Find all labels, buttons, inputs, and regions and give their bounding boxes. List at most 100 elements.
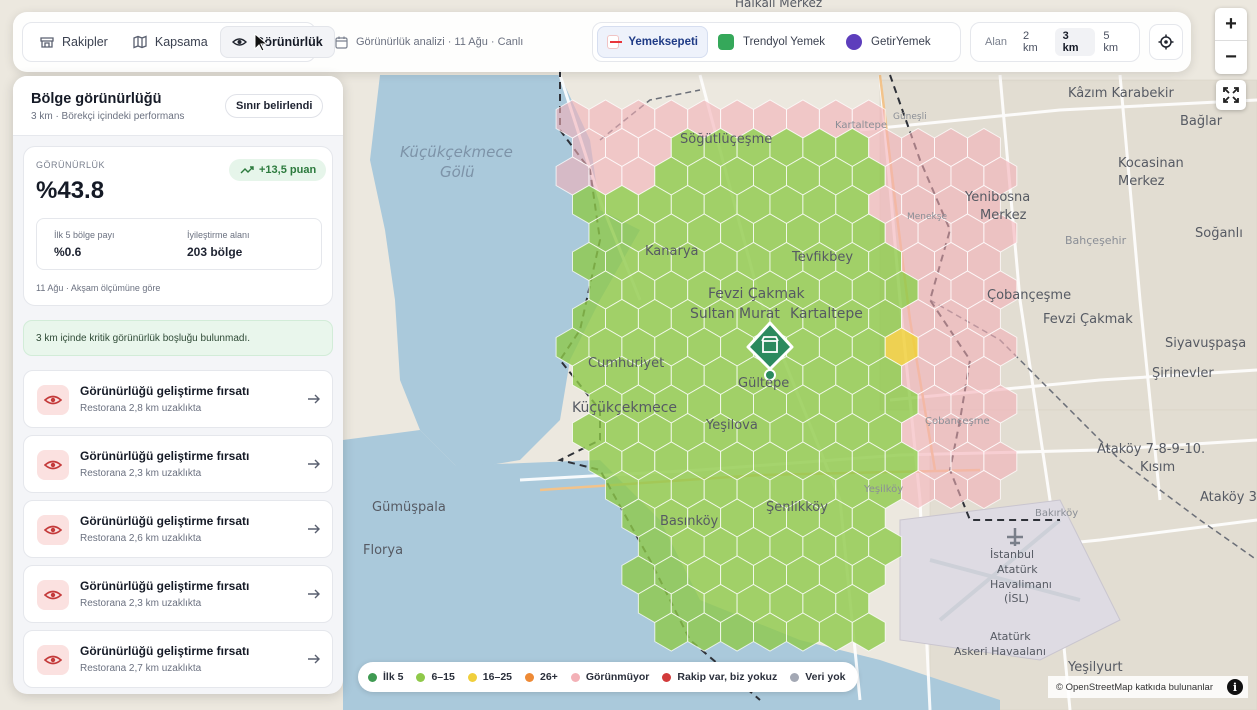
mouse-cursor-icon: [254, 33, 269, 52]
no-gap-notice: 3 km içinde kritik görünürlük boşluğu bu…: [23, 320, 333, 356]
arrow-right-icon: [308, 524, 320, 534]
map-place-label: Atatürk: [997, 563, 1038, 576]
distance-3km[interactable]: 3 km: [1054, 28, 1096, 56]
map-place-label: Fevzi Çakmak: [708, 286, 805, 302]
distance-5km[interactable]: 5 km: [1095, 28, 1135, 56]
map-place-label: Halkalı Merkez: [735, 0, 823, 10]
opportunity-distance: Restorana 2,8 km uzaklıkta: [80, 403, 202, 414]
opportunity-card[interactable]: Görünürlüğü geliştirme fırsatı Restorana …: [23, 370, 333, 428]
legend-item: Veri yok: [790, 671, 845, 683]
map-place-label: Florya: [363, 543, 404, 558]
legend-label: 16–25: [482, 671, 512, 683]
kpi-delta-text: +13,5 puan: [259, 164, 317, 176]
map-place-label: Küçükçekmece: [572, 400, 678, 416]
legend-swatch: [790, 672, 800, 682]
panel-title: Bölge görünürlüğü: [31, 91, 162, 107]
map-place-label: Yeşilyurt: [1068, 660, 1123, 675]
map-place-label: Kanarya: [645, 244, 699, 259]
analysis-meta-text: Görünürlük analizi · 11 Ağu · Canlı: [356, 36, 524, 48]
platform-tabs: Yemeksepeti Trendyol Yemek GetirYemek: [592, 22, 961, 62]
map-place-label: Basınköy: [660, 514, 719, 529]
map-place-label: Gölü: [440, 163, 475, 181]
opportunity-card[interactable]: Görünürlüğü geliştirme fırsatı Restorana …: [23, 565, 333, 623]
map-place-label: Şirinevler: [1152, 366, 1214, 381]
map-place-label: Merkez: [980, 208, 1027, 223]
map-place-label: Kısım: [1140, 460, 1176, 475]
legend-label: Veri yok: [805, 671, 846, 683]
opportunity-card[interactable]: Görünürlüğü geliştirme fırsatı Restorana …: [23, 435, 333, 493]
attribution-text: © OpenStreetMap katkıda bulunanlar: [1056, 681, 1213, 693]
kpi-footnote: 11 Ağu · Akşam ölçümüne göre: [36, 283, 161, 293]
legend-item: Rakip var, biz yokuz: [662, 671, 777, 683]
map-place-label: Yeşilköy: [864, 484, 904, 495]
kpi-stats-box: İlk 5 bölge payı %0.6 İyileştirme alanı …: [36, 218, 322, 270]
border-set-button[interactable]: Sınır belirlendi: [225, 94, 324, 118]
map-place-label: Fevzi Çakmak: [1043, 312, 1133, 327]
kpi-value: %43.8: [36, 177, 105, 204]
distance-tabs: Alan 2 km 3 km 5 km: [970, 22, 1140, 62]
opportunity-card[interactable]: Görünürlüğü geliştirme fırsatı Restorana …: [23, 500, 333, 558]
legend-item: Görünmüyor: [570, 671, 650, 683]
opportunity-distance: Restorana 2,6 km uzaklıkta: [80, 533, 202, 544]
opportunity-distance: Restorana 2,7 km uzaklıkta: [80, 663, 202, 674]
distance-2km[interactable]: 2 km: [1015, 28, 1055, 56]
platform-yemeksepeti[interactable]: Yemeksepeti: [597, 26, 708, 58]
eye-icon: [37, 450, 69, 480]
map-place-label: Soğanlı: [1195, 226, 1243, 241]
map-place-label: Ataköy 7-8-9-10.: [1097, 442, 1206, 457]
tab-kapsama[interactable]: Kapsama: [120, 26, 220, 58]
zoom-control: + −: [1215, 8, 1247, 74]
legend-label: Rakip var, biz yokuz: [677, 671, 778, 683]
legend-item: 26+: [525, 671, 558, 683]
stat-improve-label: İyileştirme alanı: [187, 230, 250, 240]
view-tabs: Rakipler Kapsama Görünürlük: [22, 22, 335, 62]
map-place-label: (İSL): [1004, 592, 1029, 605]
map-place-label: Sultan Murat: [690, 306, 780, 322]
legend-label: İlk 5: [383, 671, 404, 683]
fullscreen-icon: [1223, 87, 1239, 103]
kpi-label: GÖRÜNÜRLÜK: [36, 160, 106, 170]
top-toolbar: Rakipler Kapsama Görünürlük Görünürlük a…: [13, 12, 1191, 72]
map-place-label: Kocasinan: [1118, 156, 1184, 171]
stat-top5-value: %0.6: [54, 245, 82, 259]
locate-button[interactable]: [1149, 24, 1183, 60]
map-place-label: Siyavuşpaşa: [1165, 336, 1247, 351]
store-icon: [39, 34, 55, 50]
area-label: Alan: [985, 36, 1008, 48]
tab-gorunurluk[interactable]: Görünürlük: [219, 26, 335, 58]
map-place-label: Bahçeşehir: [1065, 234, 1127, 247]
map-attribution: © OpenStreetMap katkıda bulunanlar i: [1048, 676, 1248, 698]
info-icon[interactable]: i: [1227, 679, 1243, 695]
arrow-right-icon: [308, 589, 320, 599]
map-place-label: Söğütlüçeşme: [680, 132, 773, 147]
arrow-right-icon: [308, 459, 320, 469]
platform-label: Yemeksepeti: [628, 36, 698, 48]
map-place-label: Havalimanı: [990, 578, 1052, 591]
map-legend: İlk 5 6–15 16–25 26+ Görünmüyor Rakip var, bi…: [358, 662, 858, 692]
tab-rakipler[interactable]: Rakipler: [27, 26, 120, 58]
legend-swatch: [467, 672, 477, 682]
eye-icon: [37, 645, 69, 675]
crosshair-icon: [1158, 34, 1174, 50]
opportunity-title: Görünürlüğü geliştirme fırsatı: [80, 579, 250, 593]
opportunity-title: Görünürlüğü geliştirme fırsatı: [80, 449, 250, 463]
map-place-label: Çobançeşme: [987, 288, 1072, 303]
fullscreen-button[interactable]: [1216, 80, 1246, 110]
tab-label: Kapsama: [154, 35, 208, 49]
platform-trendyol-yemek[interactable]: Trendyol Yemek: [708, 26, 836, 58]
zoom-out-button[interactable]: −: [1215, 41, 1247, 74]
arrow-right-icon: [308, 654, 320, 664]
map-place-label: Kartaltepe: [790, 306, 863, 322]
zoom-in-button[interactable]: +: [1215, 8, 1247, 41]
map-place-label: Çobançeşme: [925, 416, 990, 427]
map-place-label: Menekşe: [907, 212, 947, 222]
platform-label: GetirYemek: [871, 36, 931, 48]
legend-item: İlk 5: [368, 671, 403, 683]
platform-getiryemek[interactable]: GetirYemek: [836, 26, 950, 58]
legend-swatch: [416, 672, 426, 682]
opportunity-card[interactable]: Görünürlüğü geliştirme fırsatı Restorana …: [23, 630, 333, 688]
legend-label: Görünmüyor: [585, 671, 650, 683]
calendar-icon: [333, 34, 349, 50]
map-place-label: Ataköy 3: [1200, 490, 1257, 505]
tab-label: Rakipler: [62, 35, 108, 49]
